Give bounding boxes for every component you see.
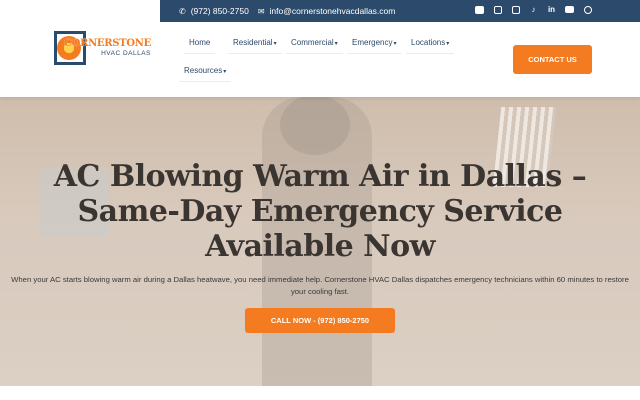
nav-item-home[interactable]: Home: [184, 32, 216, 54]
chevron-down-icon: ▾: [446, 41, 450, 47]
instagram-icon[interactable]: [493, 5, 502, 14]
google-icon[interactable]: [511, 5, 520, 14]
call-now-button[interactable]: CALL NOW - (972) 850-2750: [245, 308, 395, 333]
chevron-down-icon: ▾: [223, 69, 227, 75]
nav-item-label: Locations: [411, 38, 446, 47]
linkedin-icon[interactable]: in: [547, 5, 556, 14]
chevron-down-icon: ▾: [334, 41, 338, 47]
nav-item-label: Commercial: [291, 38, 334, 47]
email-link[interactable]: ✉ info@cornerstonehvacdallas.com: [258, 6, 396, 16]
nav-item-label: Emergency: [352, 38, 393, 47]
top-bar: ✆ (972) 850-2750 ✉ info@cornerstonehvacd…: [160, 0, 640, 22]
envelope-icon: ✉: [257, 6, 265, 16]
phone-link[interactable]: ✆ (972) 850-2750: [179, 6, 249, 16]
nav-item-emergency[interactable]: Emergency▾: [347, 32, 402, 54]
nav-item-label: Home: [189, 38, 211, 47]
logo-text: CORNERSTONE HVAC DALLAS: [64, 38, 151, 58]
nav-item-label: Residential: [233, 38, 273, 47]
social-links: ♪ in: [475, 5, 592, 14]
site-header: CORNERSTONE HVAC DALLAS ✆ (972) 850-2750…: [0, 0, 640, 97]
nav-item-locations[interactable]: Locations▾: [406, 32, 455, 54]
logo-line2: HVAC DALLAS: [101, 50, 151, 57]
facebook-icon[interactable]: [475, 5, 484, 14]
pinterest-icon[interactable]: [583, 5, 592, 14]
hero-section: AC Blowing Warm Air in Dallas – Same-Day…: [0, 97, 640, 386]
nav-item-commercial[interactable]: Commercial▾: [286, 32, 343, 54]
youtube-icon[interactable]: [565, 5, 574, 14]
hero-title: AC Blowing Warm Air in Dallas – Same-Day…: [53, 159, 587, 264]
chevron-down-icon: ▾: [393, 41, 397, 47]
tiktok-icon[interactable]: ♪: [529, 5, 538, 14]
next-section-strip: [0, 386, 640, 400]
chevron-down-icon: ▾: [273, 41, 277, 47]
logo-area: CORNERSTONE HVAC DALLAS: [0, 0, 160, 97]
contact-us-button[interactable]: CONTACT US: [513, 45, 592, 74]
logo[interactable]: CORNERSTONE HVAC DALLAS: [52, 30, 151, 66]
nav-item-label: Resources: [184, 66, 223, 75]
logo-line1: CORNERSTONE: [64, 38, 151, 49]
phone-icon: ✆: [179, 6, 186, 16]
nav-item-resources[interactable]: Resources▾: [179, 60, 232, 82]
phone-text: (972) 850-2750: [190, 6, 249, 16]
email-text: info@cornerstonehvacdallas.com: [269, 6, 396, 16]
hero-description: When your AC starts blowing warm air dur…: [11, 275, 629, 296]
nav-item-residential[interactable]: Residential▾: [228, 32, 282, 54]
